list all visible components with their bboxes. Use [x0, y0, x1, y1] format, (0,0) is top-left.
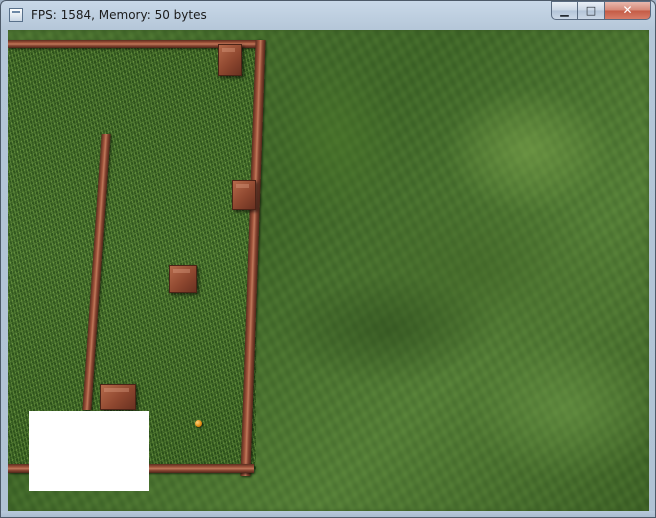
minimize-button[interactable]: ▁ [551, 1, 578, 20]
title-bar[interactable]: FPS: 1584, Memory: 50 bytes ▁ □ ✕ [1, 1, 655, 29]
wood-block [169, 265, 197, 293]
wood-block [218, 44, 242, 76]
game-viewport[interactable] [8, 30, 649, 511]
window-bottom-border [1, 511, 655, 517]
app-icon[interactable] [9, 8, 23, 22]
wood-block [100, 384, 136, 410]
window-controls: ▁ □ ✕ [551, 1, 651, 21]
close-button[interactable]: ✕ [605, 1, 651, 20]
player-ball [195, 420, 202, 427]
wood-block [232, 180, 256, 210]
minimap-panel [29, 411, 149, 491]
game-window: FPS: 1584, Memory: 50 bytes ▁ □ ✕ [0, 0, 656, 518]
window-title: FPS: 1584, Memory: 50 bytes [31, 8, 207, 22]
maximize-button[interactable]: □ [578, 1, 605, 20]
